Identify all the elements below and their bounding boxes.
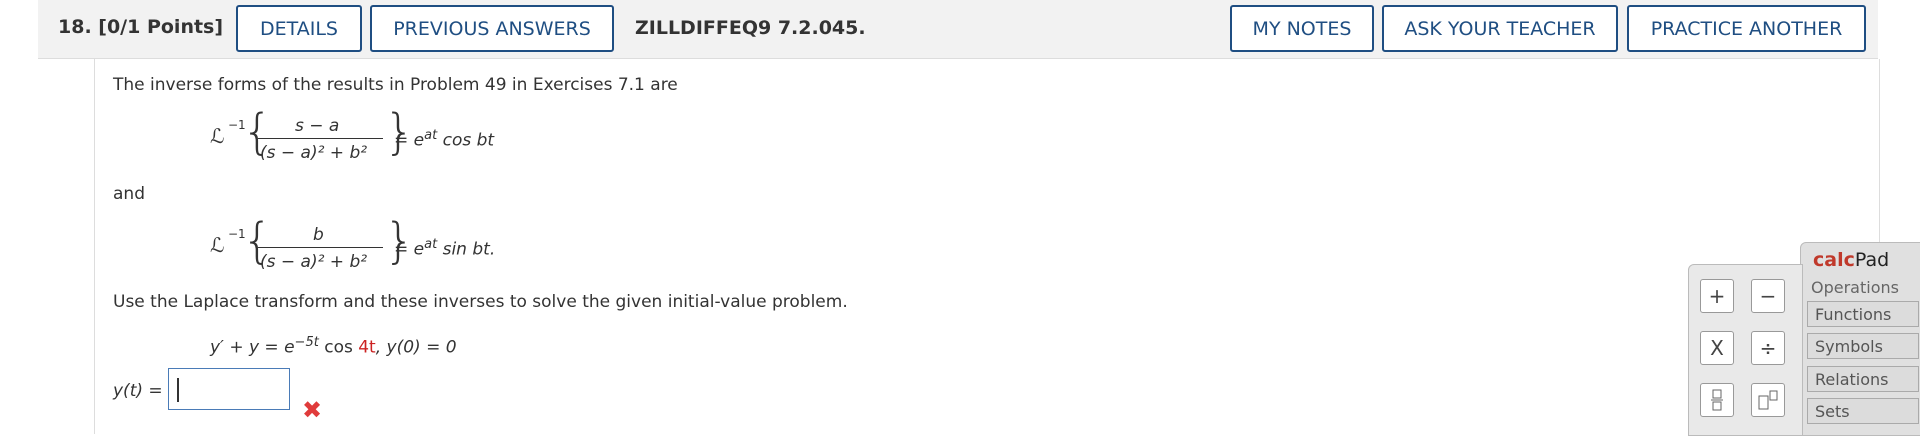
laplace-symbol: ℒ [210, 124, 225, 148]
problem-code: ZILLDIFFEQ9 7.2.045. [635, 17, 866, 39]
calcpad-tab-functions[interactable]: Functions [1807, 301, 1919, 327]
fraction-line [258, 247, 383, 248]
eq1-rhs: = eat cos bt [394, 128, 495, 151]
calcpad-title: calcPad [1813, 249, 1890, 271]
divide-key[interactable]: ÷ [1751, 331, 1785, 365]
eq2-denominator: (s − a)² + b² [260, 252, 368, 272]
fraction-key[interactable] [1700, 383, 1734, 417]
multiply-key[interactable]: X [1700, 331, 1734, 365]
x-mark-icon: ✖ [302, 396, 323, 424]
instruction-text: Use the Laplace transform and these inve… [113, 292, 848, 312]
eq2-rhs: = eat sin bt. [394, 237, 496, 260]
fraction-icon [1711, 389, 1723, 411]
intro-text: The inverse forms of the results in Prob… [113, 75, 678, 95]
calcpad: calcPad Operations Functions Symbols Rel… [1688, 242, 1920, 436]
calcpad-keys-panel: + − X ÷ [1688, 264, 1803, 436]
calcpad-tab-panel: calcPad Operations Functions Symbols Rel… [1800, 242, 1920, 436]
plus-key[interactable]: + [1700, 279, 1734, 313]
minus-key[interactable]: − [1751, 279, 1785, 313]
my-notes-button[interactable]: MY NOTES [1230, 5, 1374, 52]
ask-teacher-button[interactable]: ASK YOUR TEACHER [1382, 5, 1618, 52]
question-number: 18. [0/1 Points] [58, 16, 224, 38]
eq1-numerator: s − a [295, 116, 340, 136]
laplace-symbol: ℒ [210, 233, 225, 257]
details-button[interactable]: DETAILS [236, 5, 362, 52]
answer-input[interactable] [168, 368, 290, 410]
calcpad-operations-tab[interactable]: Operations [1811, 278, 1899, 297]
eq1-denominator: (s − a)² + b² [260, 143, 368, 163]
eq2-numerator: b [313, 225, 324, 245]
calcpad-tab-symbols[interactable]: Symbols [1807, 333, 1919, 359]
previous-answers-button[interactable]: PREVIOUS ANSWERS [370, 5, 614, 52]
question-header: 18. [0/1 Points] DETAILS PREVIOUS ANSWER… [38, 0, 1878, 59]
text-cursor [177, 378, 179, 402]
exponent-key[interactable] [1751, 383, 1785, 417]
answer-label: y(t) = [113, 381, 163, 401]
exponent-icon [1758, 390, 1778, 410]
practice-another-button[interactable]: PRACTICE ANOTHER [1627, 5, 1866, 52]
and-text: and [113, 184, 145, 204]
calcpad-tab-sets[interactable]: Sets [1807, 398, 1919, 424]
initial-value-problem: y′ + y = e−5t cos 4t, y(0) = 0 [210, 335, 457, 358]
fraction-line [258, 138, 383, 139]
calcpad-tab-relations[interactable]: Relations [1807, 366, 1919, 392]
